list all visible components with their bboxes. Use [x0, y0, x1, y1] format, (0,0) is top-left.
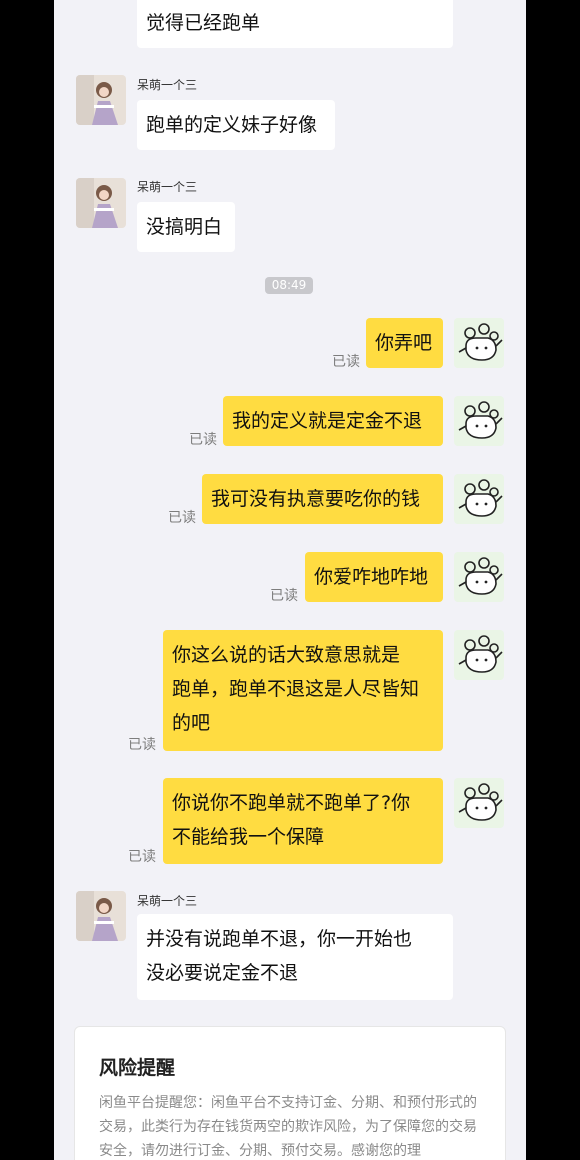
read-status: 已读: [168, 510, 196, 526]
avatar-image: [454, 474, 504, 524]
avatar-image: [454, 778, 504, 828]
risk-notice-body: 闲鱼平台提醒您：闲鱼平台不支持订金、分期、和预付形式的交易，此类行为存在钱货两空…: [99, 1095, 477, 1159]
sender-name: 呆萌一个三: [137, 180, 198, 194]
my-avatar[interactable]: [454, 474, 504, 524]
outgoing-message[interactable]: 我的定义就是定金不退: [223, 396, 443, 446]
avatar-image: [454, 552, 504, 602]
incoming-message[interactable]: 没搞明白: [137, 202, 235, 252]
my-avatar[interactable]: [454, 552, 504, 602]
read-status: 已读: [332, 354, 360, 370]
contact-avatar[interactable]: [76, 75, 126, 125]
message-text: 觉得已经跑单: [146, 12, 261, 34]
read-status: 已读: [189, 432, 217, 448]
message-text: 我的定义就是定金不退: [232, 410, 423, 432]
avatar-image: [76, 891, 126, 941]
risk-notice-title: 风险提醒: [99, 1057, 176, 1079]
sender-name: 呆萌一个三: [137, 78, 198, 92]
risk-notice-card: 风险提醒 闲鱼平台提醒您：闲鱼平台不支持订金、分期、和预付形式的交易，此类行为存…: [74, 1026, 506, 1160]
message-line: 不能给我一个保障: [172, 826, 325, 848]
read-status: 已读: [270, 588, 298, 604]
read-status: 已读: [128, 737, 156, 753]
message-line: 没必要说定金不退: [146, 962, 299, 984]
my-avatar[interactable]: [454, 778, 504, 828]
incoming-message[interactable]: 并没有说跑单不退，你一开始也 没必要说定金不退: [137, 914, 453, 1000]
my-avatar[interactable]: [454, 396, 504, 446]
read-status: 已读: [128, 849, 156, 865]
message-line: 跑单，跑单不退这是人尽皆知: [172, 678, 420, 700]
message-text: 跑单的定义妹子好像: [146, 114, 318, 136]
incoming-message[interactable]: 跑单的定义妹子好像: [137, 100, 335, 150]
message-text: 你弄吧: [375, 332, 433, 354]
avatar-image: [76, 75, 126, 125]
message-line: 你这么说的话大致意思就是: [172, 644, 401, 666]
message-line: 你说你不跑单就不跑单了?你: [172, 792, 411, 814]
avatar-image: [76, 178, 126, 228]
message-timestamp: 08:49: [265, 277, 313, 294]
outgoing-message[interactable]: 你弄吧: [366, 318, 443, 368]
avatar-image: [454, 318, 504, 368]
my-avatar[interactable]: [454, 630, 504, 680]
message-line: 的吧: [172, 712, 211, 734]
contact-avatar[interactable]: [76, 891, 126, 941]
sender-name: 呆萌一个三: [137, 894, 198, 908]
message-text: 我可没有执意要吃你的钱: [211, 488, 421, 510]
message-text: 没搞明白: [146, 216, 223, 238]
message-line: 并没有说跑单不退，你一开始也: [146, 928, 413, 950]
avatar-image: [454, 396, 504, 446]
message-text: 你爱咋地咋地: [314, 566, 429, 588]
incoming-message[interactable]: 觉得已经跑单: [137, 0, 453, 48]
outgoing-message[interactable]: 你这么说的话大致意思就是 跑单，跑单不退这是人尽皆知 的吧: [163, 630, 443, 751]
contact-avatar[interactable]: [76, 178, 126, 228]
chat-screen: 觉得已经跑单 呆萌一个三 跑单的定义妹子好像 呆萌一个三 没搞明白 08:49: [54, 0, 526, 1160]
outgoing-message[interactable]: 你说你不跑单就不跑单了?你 不能给我一个保障: [163, 778, 443, 864]
outgoing-message[interactable]: 我可没有执意要吃你的钱: [202, 474, 443, 524]
avatar-image: [454, 630, 504, 680]
my-avatar[interactable]: [454, 318, 504, 368]
outgoing-message[interactable]: 你爱咋地咋地: [305, 552, 443, 602]
